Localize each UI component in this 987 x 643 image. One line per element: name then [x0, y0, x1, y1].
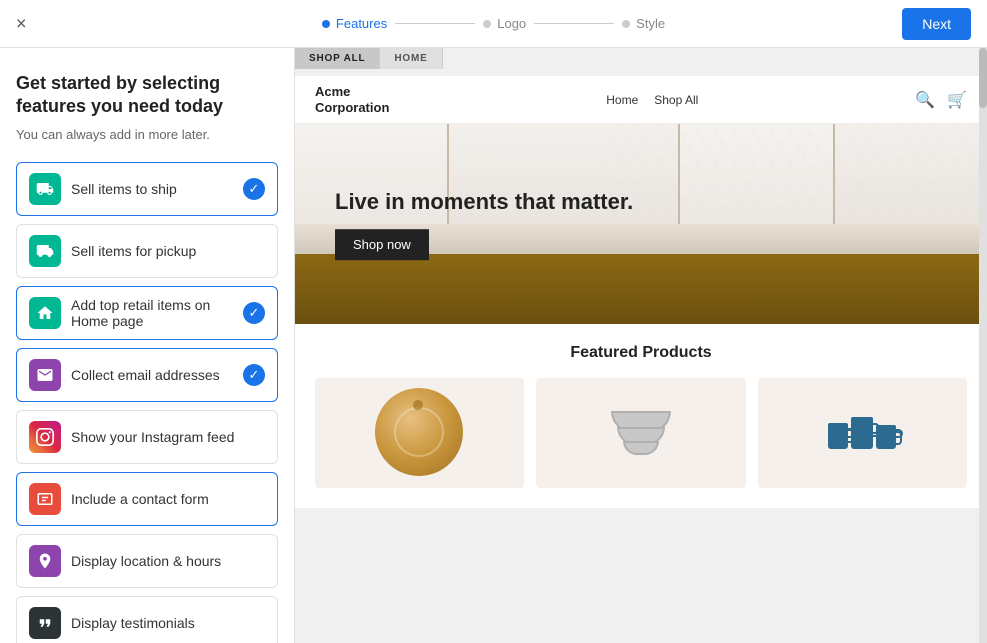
- product-image-cutting-board: [375, 388, 465, 478]
- feature-label-testimonials: Display testimonials: [71, 615, 195, 631]
- feature-left-contact: Include a contact form: [29, 483, 209, 515]
- product-card-mugs[interactable]: [758, 378, 967, 488]
- featured-title: Featured Products: [315, 344, 967, 362]
- feature-item-contact[interactable]: Include a contact form: [16, 472, 278, 526]
- search-icon[interactable]: 🔍: [915, 90, 935, 110]
- right-preview: SHOP ALL HOME Acme Corporation Home Shop…: [295, 48, 987, 643]
- feature-label-collect-email: Collect email addresses: [71, 367, 220, 383]
- step-style: Style: [622, 16, 665, 31]
- step-dot-logo: [483, 20, 491, 28]
- step-label-features: Features: [336, 16, 387, 31]
- scroll-bar[interactable]: [979, 48, 987, 643]
- step-logo: Logo: [483, 16, 526, 31]
- feature-icon-sell-pickup: [29, 235, 61, 267]
- tile-pattern: [606, 124, 987, 228]
- store-topbar: Acme Corporation Home Shop All 🔍 🛒: [295, 76, 987, 124]
- feature-label-sell-pickup: Sell items for pickup: [71, 243, 196, 259]
- scroll-thumb[interactable]: [979, 48, 987, 108]
- feature-left-instagram: Show your Instagram feed: [29, 421, 234, 453]
- feature-item-sell-pickup[interactable]: Sell items for pickup: [16, 224, 278, 278]
- feature-left-location: Display location & hours: [29, 545, 221, 577]
- feature-icon-collect-email: [29, 359, 61, 391]
- step-label-logo: Logo: [497, 16, 526, 31]
- store-preview: Acme Corporation Home Shop All 🔍 🛒: [295, 48, 987, 643]
- feature-label-contact: Include a contact form: [71, 491, 209, 507]
- feature-icon-contact: [29, 483, 61, 515]
- feature-icon-top-retail: [29, 297, 61, 329]
- left-panel: Get started by selecting features you ne…: [0, 48, 295, 643]
- check-collect-email: ✓: [243, 364, 265, 386]
- feature-label-instagram: Show your Instagram feed: [71, 429, 234, 445]
- feature-item-collect-email[interactable]: Collect email addresses ✓: [16, 348, 278, 402]
- store-action-icons: 🔍 🛒: [915, 90, 967, 110]
- feature-item-location[interactable]: Display location & hours: [16, 534, 278, 588]
- products-grid: [315, 378, 967, 488]
- feature-item-top-retail[interactable]: Add top retail items on Home page ✓: [16, 286, 278, 340]
- tab-home[interactable]: HOME: [380, 48, 442, 69]
- next-button[interactable]: Next: [902, 8, 971, 40]
- feature-item-testimonials[interactable]: Display testimonials: [16, 596, 278, 643]
- preview-page-tabs: SHOP ALL HOME: [295, 48, 443, 69]
- feature-left: Sell items to ship: [29, 173, 177, 205]
- main-content: Get started by selecting features you ne…: [0, 48, 987, 643]
- panel-heading: Get started by selecting features you ne…: [16, 72, 278, 119]
- feature-icon-location: [29, 545, 61, 577]
- step-dot-style: [622, 20, 630, 28]
- feature-label-sell-ship: Sell items to ship: [71, 181, 177, 197]
- nav-item-shop-all[interactable]: Shop All: [654, 93, 698, 107]
- feature-item-sell-ship[interactable]: Sell items to ship ✓: [16, 162, 278, 216]
- hero-headline: Live in moments that matter.: [335, 188, 633, 217]
- step-label-style: Style: [636, 16, 665, 31]
- feature-item-instagram[interactable]: Show your Instagram feed: [16, 410, 278, 464]
- hero-section: Live in moments that matter. Shop now: [295, 124, 987, 324]
- step-indicator: Features Logo Style: [322, 16, 665, 31]
- nav-item-home[interactable]: Home: [606, 93, 638, 107]
- store-logo: Acme Corporation: [315, 84, 389, 115]
- step-features: Features: [322, 16, 387, 31]
- top-navigation: × Features Logo Style Next: [0, 0, 987, 48]
- feature-icon-testimonials: [29, 607, 61, 639]
- feature-icon-sell-ship: [29, 173, 61, 205]
- product-card-bowls[interactable]: [536, 378, 745, 488]
- check-sell-ship: ✓: [243, 178, 265, 200]
- feature-left-testimonials: Display testimonials: [29, 607, 195, 639]
- featured-section: Featured Products: [295, 324, 987, 508]
- step-line-1: [395, 23, 475, 24]
- panel-subtitle: You can always add in more later.: [16, 127, 278, 142]
- product-card-cutting-board[interactable]: [315, 378, 524, 488]
- feature-label-top-retail: Add top retail items on Home page: [71, 297, 243, 329]
- cart-icon[interactable]: 🛒: [947, 90, 967, 110]
- wood-base: [295, 254, 987, 324]
- feature-icon-instagram: [29, 421, 61, 453]
- close-button[interactable]: ×: [16, 13, 27, 34]
- product-image-bowls: [611, 411, 671, 455]
- step-line-2: [534, 23, 614, 24]
- hero-text: Live in moments that matter. Shop now: [335, 188, 633, 260]
- feature-label-location: Display location & hours: [71, 553, 221, 569]
- step-dot-features: [322, 20, 330, 28]
- feature-left-email: Collect email addresses: [29, 359, 220, 391]
- check-top-retail: ✓: [243, 302, 265, 324]
- tab-shop-all[interactable]: SHOP ALL: [295, 48, 380, 69]
- product-image-mugs: [828, 417, 896, 449]
- store-nav: Home Shop All: [606, 93, 698, 107]
- feature-left-retail: Add top retail items on Home page: [29, 297, 243, 329]
- hero-cta-button[interactable]: Shop now: [335, 229, 429, 260]
- feature-left-pickup: Sell items for pickup: [29, 235, 196, 267]
